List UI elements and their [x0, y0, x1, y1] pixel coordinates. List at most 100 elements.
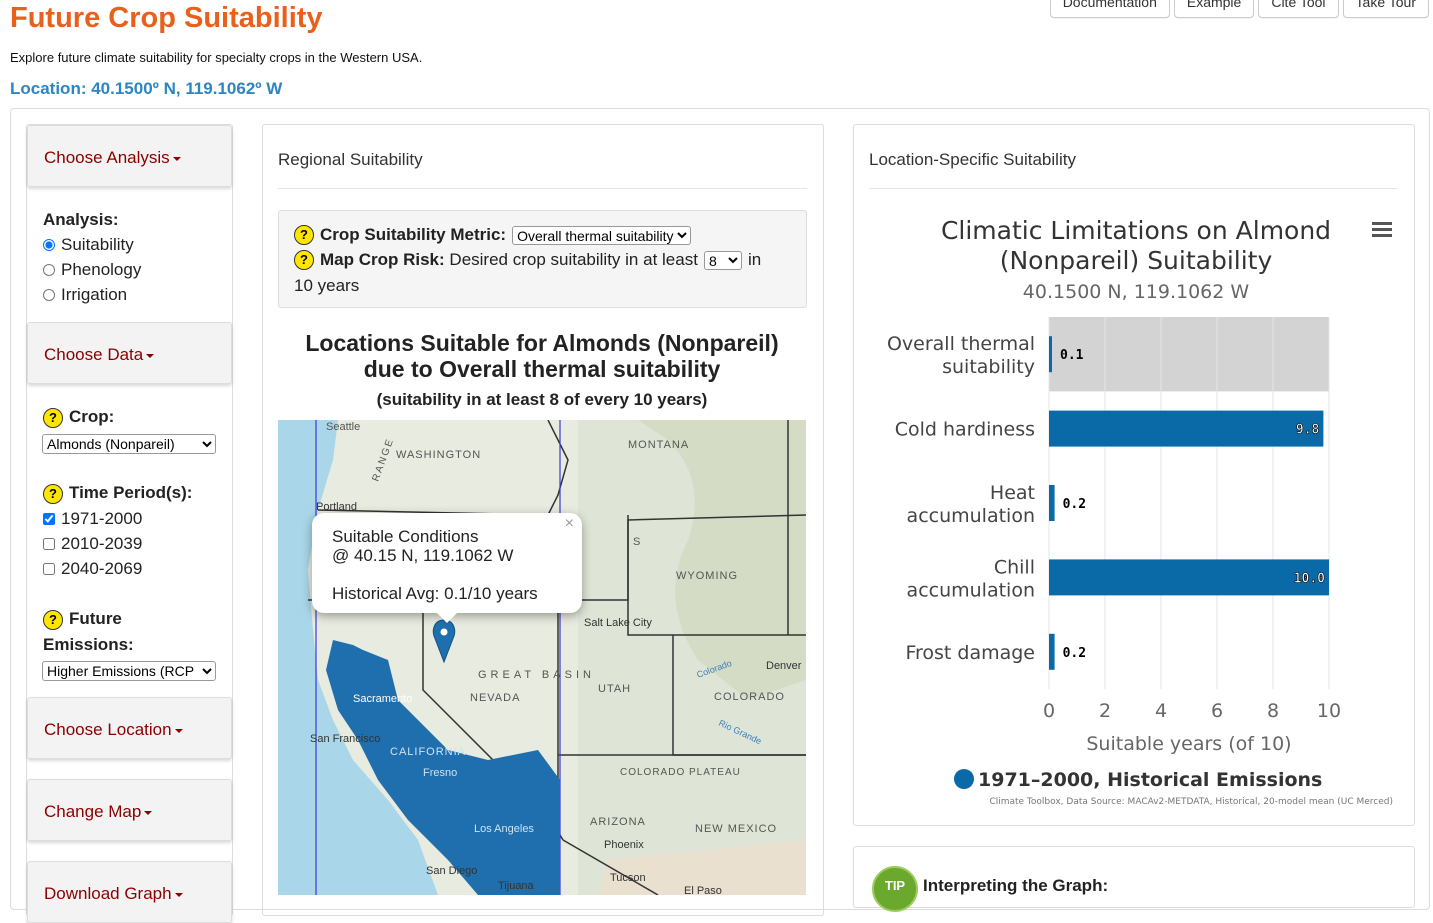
popup-line2: @ 40.15 N, 119.1062 W — [332, 546, 514, 565]
choose-data-label: Choose Data — [44, 345, 144, 364]
metric-controls: ? Crop Suitability Metric: Overall therm… — [278, 210, 807, 308]
x-tick-label: 0 — [1043, 700, 1055, 722]
map-label-tijuana: Tijuana — [498, 880, 535, 892]
category-label: Chill accumulation — [907, 556, 1035, 601]
sidebar: Choose Analysis Analysis: Suitability Ph… — [26, 124, 233, 923]
help-icon[interactable]: ? — [43, 609, 63, 630]
map-subtitle: (suitability in at least 8 of every 10 y… — [376, 390, 708, 409]
close-icon[interactable]: × — [565, 515, 574, 533]
highlight-band — [1049, 317, 1329, 392]
time-option-2040-2069[interactable]: 2040-2069 — [43, 559, 142, 579]
time-2010-checkbox[interactable] — [43, 538, 55, 550]
download-graph-label: Download Graph — [44, 884, 172, 903]
map-title-line1: Locations Suitable for Almonds (Nonparei… — [305, 330, 779, 356]
help-icon[interactable]: ? — [294, 250, 314, 270]
tip-title: Interpreting the Graph: — [923, 876, 1109, 895]
map-label-los-angeles: Los Angeles — [474, 823, 534, 835]
map-label-el-paso: El Paso — [684, 885, 722, 895]
divider — [278, 188, 807, 189]
irrigation-label: Irrigation — [61, 285, 128, 304]
chart-svg: 0 2 4 6 8 10 Overall thermal suitability 0.1 Cold… — [887, 317, 1393, 807]
caret-down-icon — [144, 810, 153, 815]
emissions-label: ? Future — [43, 609, 122, 630]
time-2040-label: 2040-2069 — [61, 559, 143, 578]
map-title: Locations Suitable for Almonds (Nonparei… — [278, 330, 806, 382]
category-label: Cold hardiness — [895, 419, 1035, 441]
x-axis-title: Suitable years (of 10) — [1086, 733, 1291, 755]
chart-title-line1: Climatic Limitations on Almond — [940, 216, 1332, 245]
choose-analysis-header[interactable]: Choose Analysis — [27, 125, 232, 187]
chart-title: Climatic Limitations on Almond (Nonparei… — [900, 216, 1372, 276]
analysis-option-irrigation[interactable]: Irrigation — [43, 285, 127, 305]
phenology-label: Phenology — [61, 260, 142, 279]
caret-down-icon — [174, 728, 183, 733]
time-2040-checkbox[interactable] — [43, 563, 55, 575]
chart-subtitle: 40.1500 N, 119.1062 W — [1022, 281, 1250, 303]
map-label-san-diego: San Diego — [426, 865, 477, 877]
map-label-california: CALIFORNIA — [390, 746, 466, 758]
location-heading: Location-Specific Suitability — [869, 150, 1076, 169]
metric-select[interactable]: Overall thermal suitability — [512, 225, 692, 245]
help-icon[interactable]: ? — [43, 407, 63, 428]
risk-row: ? Map Crop Risk: Desired crop suitabilit… — [294, 250, 761, 270]
map-label-nevada: NEVADA — [470, 692, 520, 704]
location-marker-icon[interactable] — [432, 619, 456, 664]
map-label-arizona: ARIZONA — [590, 816, 646, 828]
map-canvas: Seattle WASHINGTON MONTANA Portland WYOM… — [278, 420, 806, 895]
help-icon[interactable]: ? — [43, 483, 63, 504]
data-label: 0.2 — [1063, 646, 1086, 661]
popup-content: Suitable Conditions @ 40.15 N, 119.1062 … — [332, 527, 538, 603]
chart-credits: Climate Toolbox, Data Source: MACAv2-MET… — [989, 797, 1393, 807]
chart-title-line2: (Nonpareil) Suitability — [999, 246, 1273, 275]
choose-location-header[interactable]: Choose Location — [27, 697, 232, 759]
time-option-2010-2039[interactable]: 2010-2039 — [43, 534, 142, 554]
analysis-option-suitability[interactable]: Suitability — [43, 235, 134, 255]
caret-down-icon — [146, 353, 155, 358]
chart-menu-icon[interactable] — [1372, 222, 1392, 237]
choose-data-header[interactable]: Choose Data — [27, 322, 232, 384]
map-label-seattle: Seattle — [326, 421, 360, 433]
caret-down-icon — [172, 156, 181, 161]
map-label-fresno: Fresno — [423, 767, 457, 779]
emissions-label-line2: Emissions: — [43, 635, 134, 654]
crop-label-text: Crop: — [69, 407, 115, 426]
change-map-header[interactable]: Change Map — [27, 779, 232, 841]
map-label-wyoming: WYOMING — [676, 570, 738, 582]
x-tick-label: 10 — [1317, 700, 1341, 722]
irrigation-radio[interactable] — [43, 289, 55, 301]
take-tour-button[interactable]: Take Tour — [1342, 0, 1429, 18]
map-label-sacramento: Sacramento — [353, 693, 412, 705]
map-label-range: RANGE — [370, 436, 396, 483]
analysis-option-phenology[interactable]: Phenology — [43, 260, 141, 280]
risk-in: in — [747, 250, 762, 269]
suitability-map[interactable]: Seattle WASHINGTON MONTANA Portland WYOM… — [278, 420, 806, 895]
analysis-label: Analysis: — [43, 210, 119, 229]
legend-marker — [954, 769, 974, 789]
map-label-denver: Denver — [766, 660, 802, 672]
download-graph-header[interactable]: Download Graph — [27, 861, 232, 923]
cite-tool-button[interactable]: Cite Tool — [1258, 0, 1339, 18]
crop-select[interactable]: Almonds (Nonpareil) — [42, 434, 216, 454]
choose-analysis-label: Choose Analysis — [44, 148, 170, 167]
emissions-select[interactable]: Higher Emissions (RCP — [42, 661, 216, 681]
map-label-s: S — [633, 536, 640, 548]
time-2010-label: 2010-2039 — [61, 534, 143, 553]
suitability-radio[interactable] — [43, 239, 55, 251]
time-option-1971-2000[interactable]: 1971-2000 — [43, 509, 142, 529]
data-label: 0.2 — [1063, 497, 1086, 512]
time-1971-checkbox[interactable] — [43, 513, 55, 525]
map-label-great-basin: GREAT BASIN — [478, 669, 595, 681]
phenology-radio[interactable] — [43, 264, 55, 276]
divider — [869, 188, 1398, 189]
example-button[interactable]: Example — [1173, 0, 1255, 18]
risk-years: 10 years — [294, 276, 360, 295]
x-tick-label: 4 — [1155, 700, 1167, 722]
change-map-label: Change Map — [44, 802, 142, 821]
legend-label: 1971–2000, Historical Emissions — [978, 769, 1322, 791]
data-label: 0.1 — [1060, 348, 1084, 363]
risk-select[interactable]: 8 — [703, 250, 742, 270]
suitability-label: Suitability — [61, 235, 134, 254]
bar — [1049, 336, 1052, 373]
documentation-button[interactable]: Documentation — [1049, 0, 1170, 18]
help-icon[interactable]: ? — [294, 225, 314, 245]
